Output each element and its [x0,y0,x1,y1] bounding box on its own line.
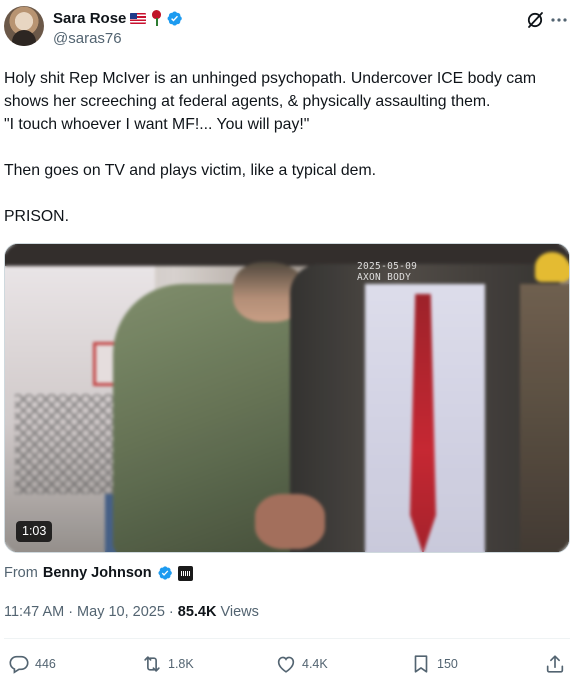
tweet-time[interactable]: 11:47 AM [4,604,64,620]
bookmark-count: 150 [437,657,458,671]
views-label: Views [220,604,259,620]
author-display-name[interactable]: Sara Rose [53,10,126,27]
verified-badge-icon [158,566,172,580]
bodycam-timestamp: 2025-05-09 [357,261,418,272]
tweet-text: Holy shit Rep McIver is an unhinged psyc… [4,67,570,228]
attribution-name[interactable]: Benny Johnson [43,565,152,581]
video-frame [5,244,569,552]
repost-count: 1.8K [168,657,194,671]
bodycam-device: AXON BODY [357,272,412,283]
reply-count: 446 [35,657,56,671]
avatar[interactable] [4,6,44,46]
divider [4,638,570,639]
video-attribution: From Benny Johnson [4,563,193,583]
video-player[interactable]: 2025-05-09 AXON BODY [4,243,570,553]
like-count: 4.4K [302,657,328,671]
action-bar: 446 1.8K 4.4K 150 [0,650,575,678]
tweet-line: Then goes on TV and plays victim, like a… [4,162,376,179]
views-count: 85.4K [177,604,217,620]
tweet-line: "I touch whoever I want MF!... You will … [4,116,310,133]
more-options-icon[interactable] [548,9,570,31]
video-duration-badge: 1:03 [16,521,53,542]
tweet-line: PRISON. [4,208,69,225]
tweet-line: Holy shit Rep McIver is an unhinged psyc… [4,70,537,87]
repost-icon [144,656,160,672]
tweet-line: shows her screeching at federal agents, … [4,93,491,110]
attribution-prefix: From [4,565,38,581]
rose-icon [150,10,162,26]
bookmark-icon [414,655,428,673]
tweet-meta: 11:47 AM · May 10, 2025 · 85.4K Views [4,602,259,622]
affiliate-badge-icon [177,565,193,581]
like-button[interactable]: 4.4K [275,650,328,678]
heart-icon [277,656,295,673]
tweet-header: Sara Rose @saras76 [0,0,575,56]
meta-separator: · [168,604,174,620]
meta-separator: · [68,604,74,620]
video-blur-layer [5,244,569,552]
bookmark-button[interactable]: 150 [410,650,458,678]
grok-icon[interactable] [524,9,546,31]
verified-badge-icon [167,10,183,26]
repost-button[interactable]: 1.8K [141,650,194,678]
reply-button[interactable]: 446 [8,650,56,678]
author-name-row: Sara Rose [53,8,183,28]
reply-icon [9,655,29,674]
share-button[interactable] [544,650,566,678]
us-flag-icon [130,12,147,24]
author-handle[interactable]: @saras76 [53,30,122,47]
share-icon [546,655,564,673]
bodycam-overlay: 2025-05-09 AXON BODY [357,261,417,283]
tweet-date[interactable]: May 10, 2025 [77,604,165,620]
